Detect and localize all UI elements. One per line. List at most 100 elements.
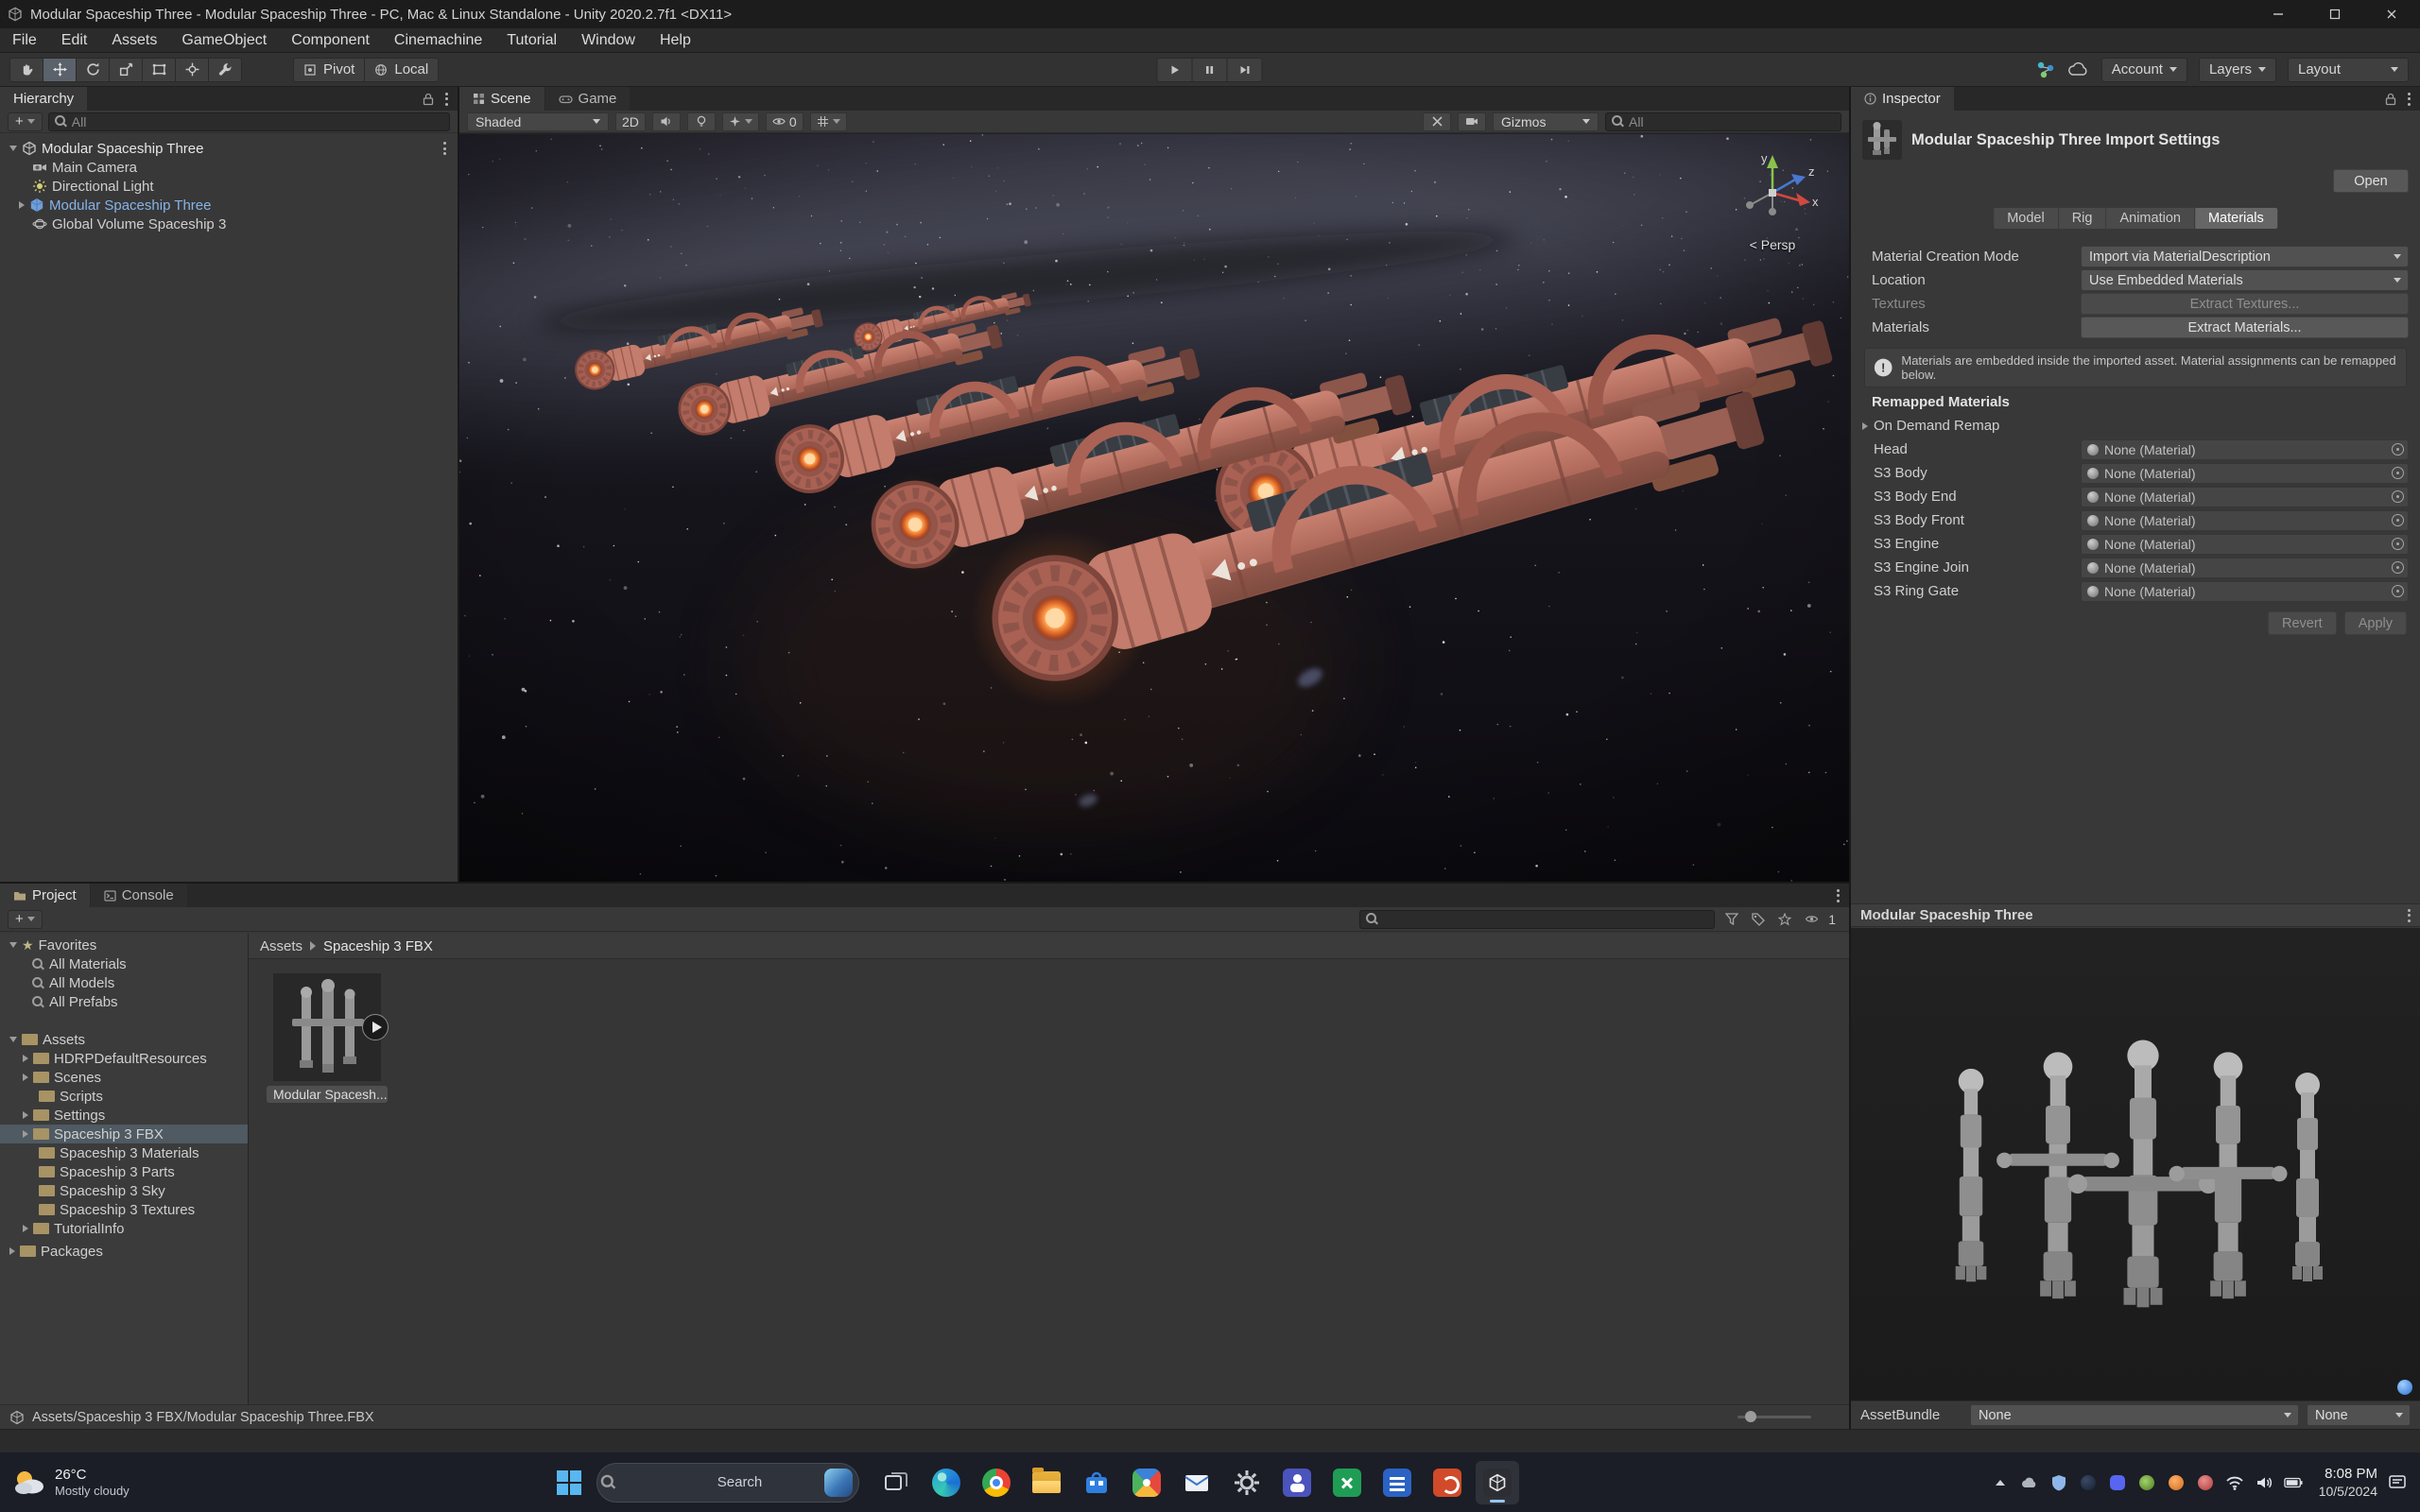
update-tray-button[interactable]	[2167, 1473, 2186, 1492]
discord-tray-button[interactable]	[2108, 1473, 2127, 1492]
menu-file[interactable]: File	[0, 28, 49, 53]
object-picker-icon[interactable]	[2392, 585, 2404, 597]
kebab-menu-icon[interactable]	[443, 142, 446, 155]
assetbundle-variant-dropdown[interactable]: None	[2307, 1404, 2411, 1426]
object-picker-icon[interactable]	[2392, 443, 2404, 455]
project-search[interactable]	[1359, 910, 1715, 929]
breadcrumb-current[interactable]: Spaceship 3 FBX	[323, 938, 433, 954]
foldout-collapsed-icon[interactable]	[23, 1111, 28, 1119]
kebab-menu-icon[interactable]	[2408, 93, 2411, 106]
breadcrumb-assets[interactable]: Assets	[260, 938, 302, 954]
object-picker-icon[interactable]	[2392, 467, 2404, 479]
preview-shading-sphere-icon[interactable]	[2397, 1380, 2412, 1395]
assetbundle-dropdown[interactable]: None	[1970, 1404, 2299, 1426]
asset-preview[interactable]	[1851, 928, 2420, 1400]
powerpoint-button[interactable]	[1426, 1461, 1469, 1504]
search-by-label-icon[interactable]	[1749, 910, 1768, 929]
tab-game[interactable]: Game	[545, 87, 631, 111]
hierarchy-item-global-volume[interactable]: Global Volume Spaceship 3	[0, 215, 458, 233]
object-picker-icon[interactable]	[2392, 538, 2404, 550]
material-object-field[interactable]: None (Material)	[2081, 463, 2409, 484]
scene-viewport[interactable]: y x z < Persp	[459, 134, 1849, 882]
hierarchy-item-directional-light[interactable]: Directional Light	[0, 177, 458, 196]
close-button[interactable]	[2363, 0, 2420, 28]
foldout-collapsed-icon[interactable]	[19, 201, 25, 209]
tray-expand-button[interactable]	[1991, 1473, 2010, 1492]
photos-button[interactable]	[1125, 1461, 1168, 1504]
taskbar-clock[interactable]: 8:08 PM 10/5/2024	[2319, 1466, 2377, 1500]
hierarchy-item-modular-spaceship-three[interactable]: Modular Spaceship Three	[0, 196, 458, 215]
store-button[interactable]	[1075, 1461, 1118, 1504]
foldout-open-icon[interactable]	[9, 942, 17, 948]
foldout-collapsed-icon[interactable]	[23, 1225, 28, 1232]
scene-search-input[interactable]	[1629, 114, 1835, 129]
lock-icon[interactable]	[2385, 93, 2396, 106]
tab-materials[interactable]: Materials	[2195, 207, 2278, 230]
favorites-row[interactable]: ★ Favorites	[0, 936, 248, 954]
hierarchy-item-main-camera[interactable]: Main Camera	[0, 158, 458, 177]
pivot-toggle-button[interactable]: Pivot	[293, 58, 365, 82]
settings-button[interactable]	[1225, 1461, 1269, 1504]
lock-icon[interactable]	[423, 93, 434, 106]
folder-scenes[interactable]: Scenes	[0, 1068, 248, 1087]
excel-button[interactable]	[1325, 1461, 1369, 1504]
tab-rig[interactable]: Rig	[2059, 207, 2107, 230]
tab-scene[interactable]: Scene	[459, 87, 544, 111]
weather-widget[interactable]: 26°C Mostly cloudy	[0, 1452, 141, 1512]
add-object-button[interactable]: +	[8, 112, 43, 131]
foldout-collapsed-icon[interactable]	[23, 1055, 28, 1062]
favorite-all-prefabs[interactable]: All Prefabs	[0, 992, 248, 1011]
file-explorer-button[interactable]	[1025, 1461, 1068, 1504]
material-object-field[interactable]: None (Material)	[2081, 487, 2409, 507]
tab-console[interactable]: Console	[91, 884, 187, 907]
kebab-menu-icon[interactable]	[1837, 889, 1840, 902]
start-button[interactable]	[547, 1461, 591, 1504]
folder-spaceship-3-materials[interactable]: Spaceship 3 Materials	[0, 1143, 248, 1162]
menu-component[interactable]: Component	[279, 28, 382, 53]
tab-inspector[interactable]: Inspector	[1851, 87, 1954, 111]
tab-animation[interactable]: Animation	[2106, 207, 2194, 230]
hierarchy-scene-row[interactable]: Modular Spaceship Three	[0, 139, 458, 158]
grid-dropdown-button[interactable]	[810, 112, 847, 131]
hierarchy-search-input[interactable]	[72, 114, 443, 129]
menu-edit[interactable]: Edit	[49, 28, 100, 53]
location-dropdown[interactable]: Use Embedded Materials	[2081, 269, 2409, 291]
assets-root-row[interactable]: Assets	[0, 1030, 248, 1049]
edge-button[interactable]	[925, 1461, 968, 1504]
scale-tool-button[interactable]	[109, 58, 143, 82]
action-center-button[interactable]	[2388, 1473, 2407, 1492]
custom-tool-button[interactable]	[208, 58, 242, 82]
local-toggle-button[interactable]: Local	[364, 58, 439, 82]
steam-tray-button[interactable]	[2079, 1473, 2098, 1492]
cloud-icon[interactable]	[2067, 61, 2090, 78]
unity-app-button[interactable]	[1476, 1461, 1519, 1504]
mail-button[interactable]	[1175, 1461, 1219, 1504]
gizmos-dropdown[interactable]: Gizmos	[1493, 112, 1599, 131]
folder-tutorialinfo[interactable]: TutorialInfo	[0, 1219, 248, 1238]
scene-visibility-button[interactable]: 0	[766, 112, 804, 131]
layout-dropdown[interactable]: Layout	[2288, 58, 2409, 82]
create-asset-button[interactable]: +	[8, 910, 43, 929]
editor-tools-button[interactable]	[1423, 112, 1451, 131]
battery-button[interactable]	[2284, 1473, 2303, 1492]
toggle-2d-button[interactable]: 2D	[615, 112, 646, 131]
creation-mode-dropdown[interactable]: Import via MaterialDescription	[2081, 246, 2409, 267]
preview-header[interactable]: Modular Spaceship Three	[1851, 903, 2420, 927]
search-highlight-thumbnail[interactable]	[824, 1469, 853, 1497]
favorite-all-models[interactable]: All Models	[0, 973, 248, 992]
slider-knob[interactable]	[1745, 1411, 1756, 1422]
chrome-button[interactable]	[975, 1461, 1018, 1504]
asset-tile-modular-spaceship[interactable]: Modular Spacesh...	[266, 973, 389, 1103]
tab-model[interactable]: Model	[1993, 207, 2059, 230]
material-object-field[interactable]: None (Material)	[2081, 534, 2409, 555]
menu-help[interactable]: Help	[648, 28, 703, 53]
foldout-open-icon[interactable]	[9, 1037, 17, 1042]
pause-button[interactable]	[1192, 58, 1228, 82]
effects-dropdown-button[interactable]	[722, 112, 759, 131]
draw-mode-dropdown[interactable]: Shaded	[467, 112, 609, 131]
packages-root-row[interactable]: Packages	[0, 1242, 248, 1261]
audio-toggle-button[interactable]	[652, 112, 681, 131]
object-picker-icon[interactable]	[2392, 490, 2404, 503]
project-search-input[interactable]	[1383, 912, 1708, 927]
object-picker-icon[interactable]	[2392, 561, 2404, 574]
